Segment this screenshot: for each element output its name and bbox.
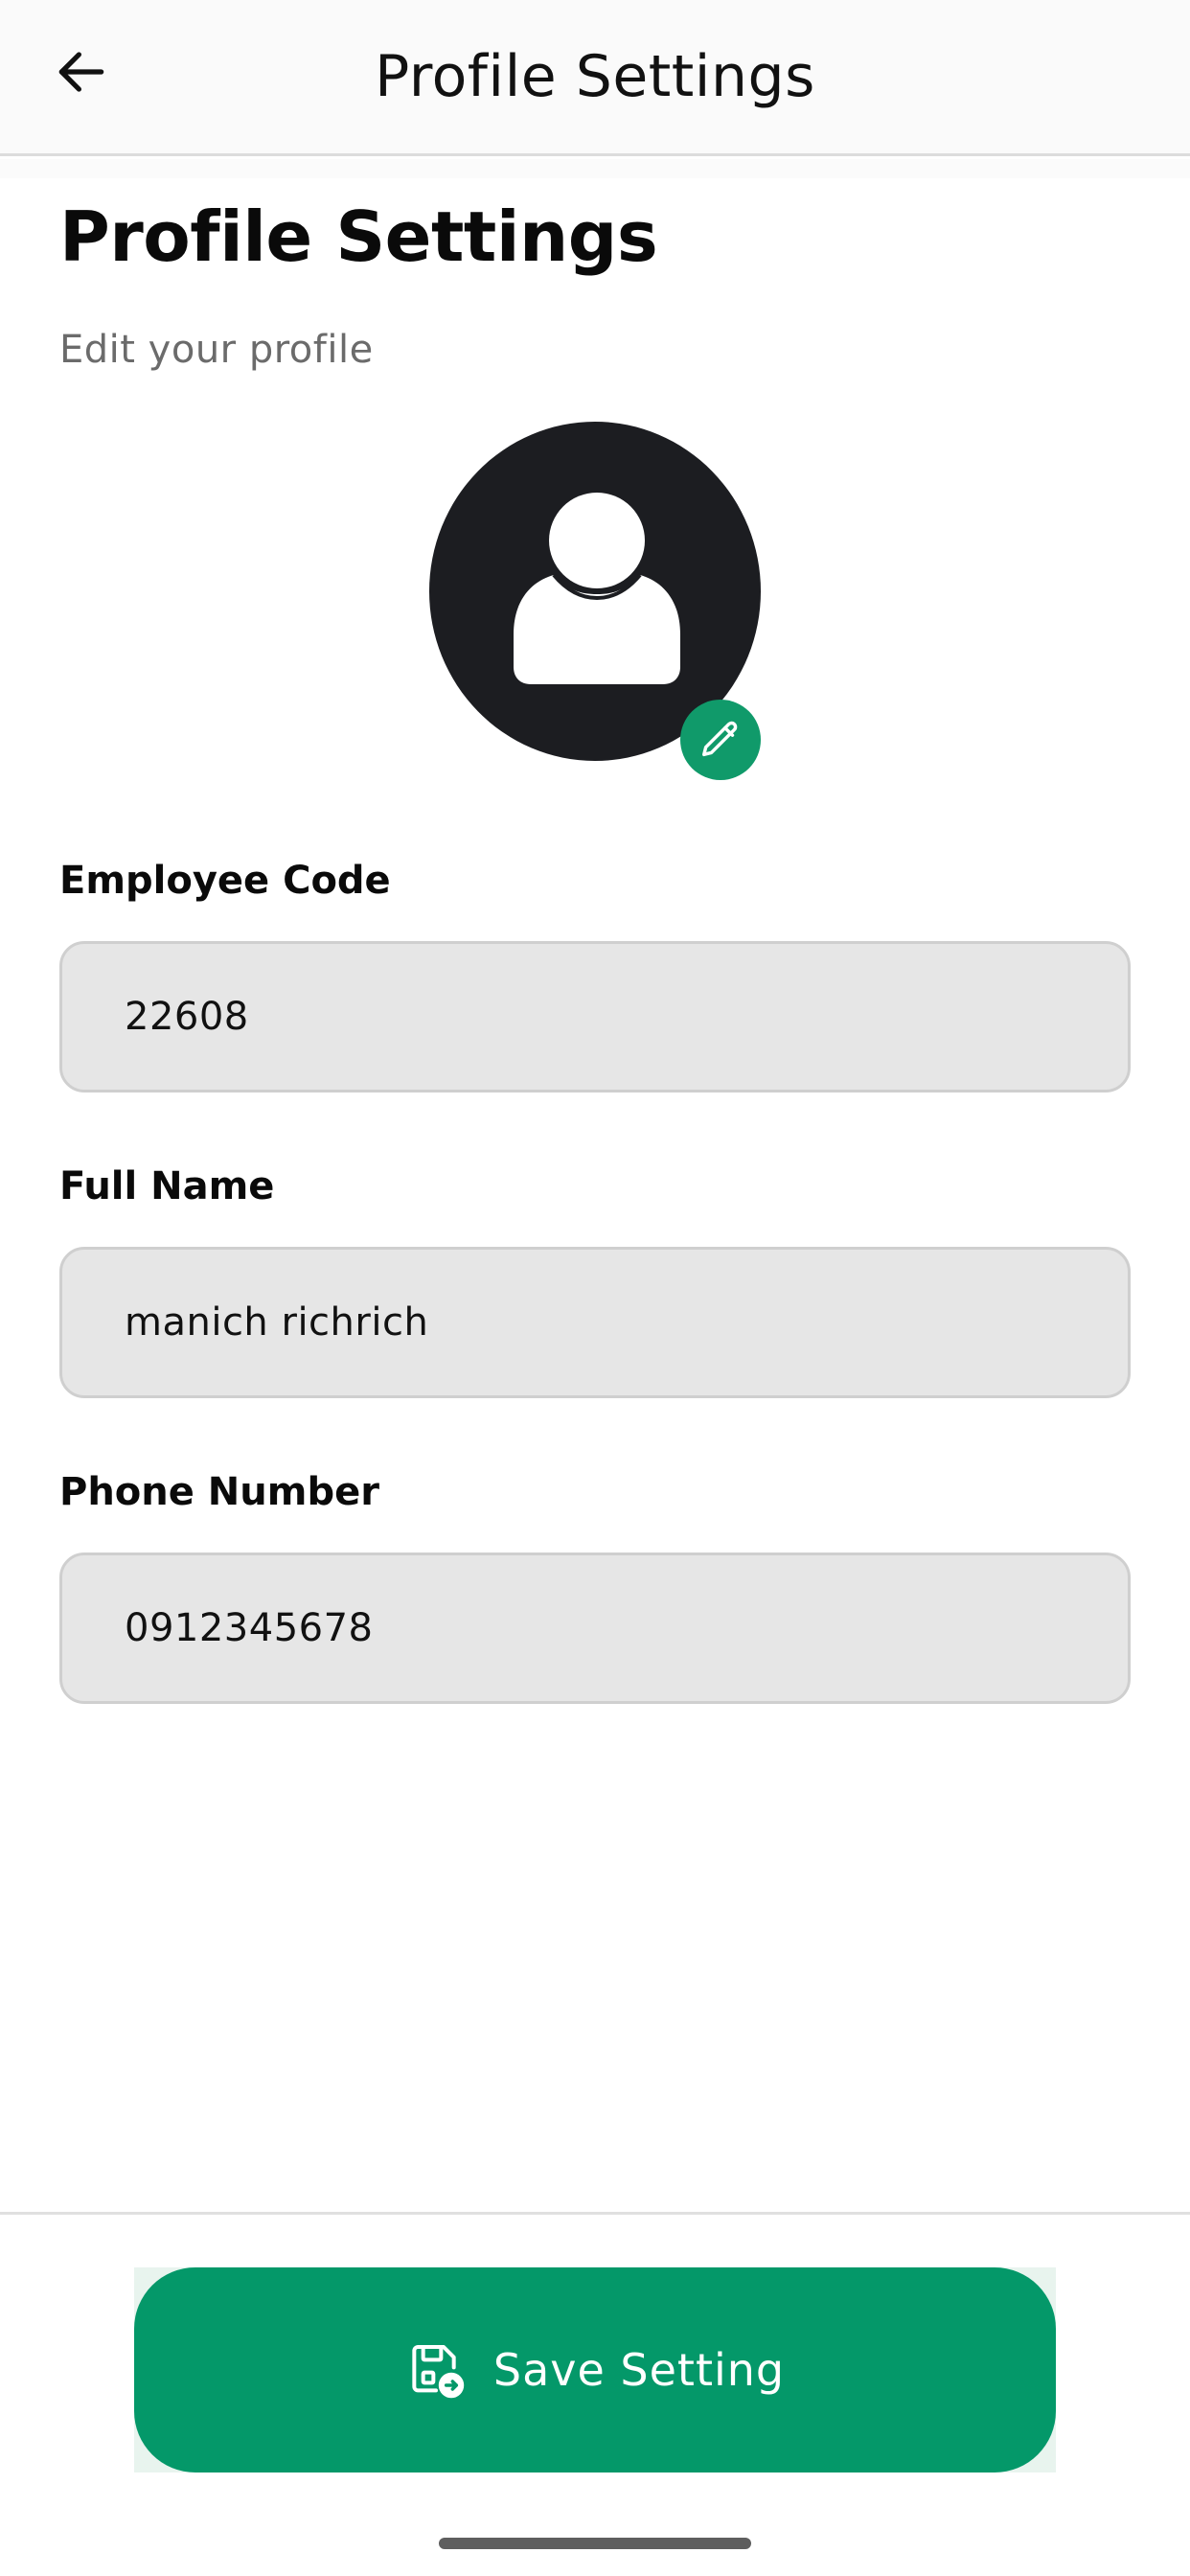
employee-code-label: Employee Code [59,859,391,903]
phone-number-label: Phone Number [59,1470,379,1514]
phone-number-field[interactable] [59,1552,1131,1704]
full-name-field[interactable] [59,1247,1131,1398]
employee-code-field[interactable] [59,941,1131,1092]
save-setting-label: Save Setting [492,2344,786,2396]
pencil-icon [702,721,738,757]
profile-settings-screen: Profile Settings Profile Settings Edit y… [0,0,1190,2576]
edit-avatar-button[interactable] [680,700,761,780]
full-name-label: Full Name [59,1164,275,1208]
page-title: Profile Settings [59,196,658,277]
footer-divider [0,2212,1190,2215]
home-indicator [439,2538,751,2549]
page-subtitle: Edit your profile [59,328,374,372]
top-nav-bar: Profile Settings [0,0,1190,156]
nav-shadow-strip [0,159,1190,178]
save-setting-button[interactable]: Save Setting [134,2267,1056,2472]
save-file-icon [405,2339,467,2401]
nav-title: Profile Settings [375,43,815,110]
